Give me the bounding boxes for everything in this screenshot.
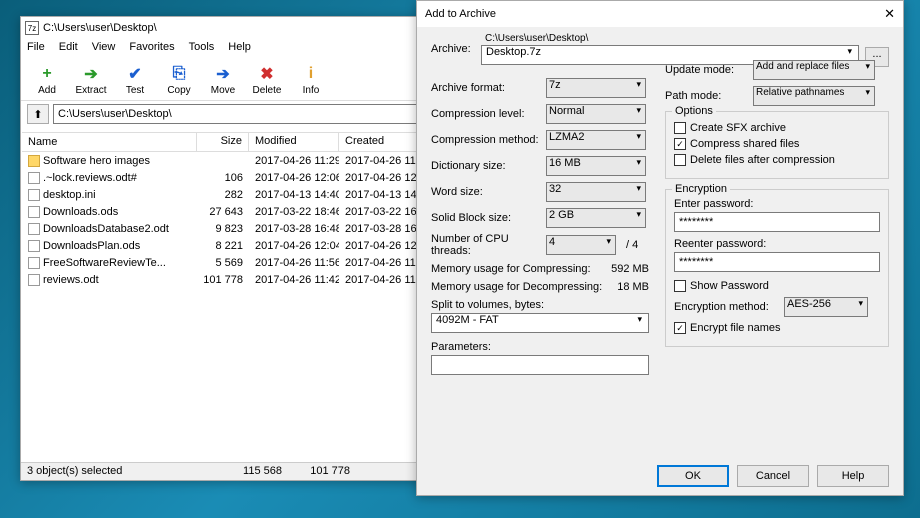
dict-label: Dictionary size:: [431, 160, 546, 172]
repassword-input[interactable]: [674, 252, 880, 272]
file-icon: [28, 257, 40, 269]
move-icon: ➔: [213, 64, 233, 84]
up-button[interactable]: ⬆: [27, 104, 49, 124]
level-label: Compression level:: [431, 108, 546, 120]
tool-move[interactable]: ➔Move: [203, 61, 243, 98]
options-group: Options Create SFX archive ✓Compress sha…: [665, 111, 889, 179]
rpw-label: Reenter password:: [674, 238, 880, 250]
sfx-label: Create SFX archive: [690, 122, 786, 134]
test-icon: ✔: [125, 64, 145, 84]
status-selection: 3 object(s) selected: [21, 463, 196, 480]
dialog-right-col: Update mode:Add and replace files Path m…: [665, 59, 889, 347]
word-select[interactable]: 32: [546, 182, 646, 202]
archive-path: C:\Users\user\Desktop\: [481, 33, 859, 44]
menu-help[interactable]: Help: [228, 41, 251, 57]
dialog-buttons: OK Cancel Help: [657, 465, 889, 487]
menu-edit[interactable]: Edit: [59, 41, 78, 57]
split-select[interactable]: 4092M - FAT: [431, 313, 649, 333]
encm-label: Encryption method:: [674, 301, 784, 313]
dialog-title: Add to Archive: [425, 8, 496, 20]
extract-icon: ➔: [81, 64, 101, 84]
app-icon: 7z: [25, 21, 39, 35]
param-label: Parameters:: [431, 341, 661, 353]
archive-label: Archive:: [431, 33, 481, 55]
word-label: Word size:: [431, 186, 546, 198]
delete-label: Delete files after compression: [690, 154, 835, 166]
file-icon: [28, 240, 40, 252]
password-input[interactable]: [674, 212, 880, 232]
info-icon: i: [301, 64, 321, 84]
file-icon: [28, 274, 40, 286]
threads-label: Number of CPU threads:: [431, 233, 546, 257]
memc-label: Memory usage for Compressing:: [431, 263, 591, 275]
threads-select[interactable]: 4: [546, 235, 616, 255]
format-label: Archive format:: [431, 82, 546, 94]
format-select[interactable]: 7z: [546, 78, 646, 98]
menu-file[interactable]: File: [27, 41, 45, 57]
tool-delete[interactable]: ✖Delete: [247, 61, 287, 98]
menu-view[interactable]: View: [92, 41, 116, 57]
encnames-checkbox[interactable]: ✓: [674, 322, 686, 334]
encryption-title: Encryption: [672, 183, 730, 195]
pw-label: Enter password:: [674, 198, 880, 210]
encm-select[interactable]: AES-256: [784, 297, 868, 317]
help-button[interactable]: Help: [817, 465, 889, 487]
method-label: Compression method:: [431, 134, 546, 146]
shared-checkbox[interactable]: ✓: [674, 138, 686, 150]
col-modified[interactable]: Modified: [249, 133, 339, 151]
dialog-titlebar: Add to Archive ✕: [417, 1, 903, 27]
file-icon: [28, 189, 40, 201]
showpw-label: Show Password: [690, 280, 769, 292]
cancel-button[interactable]: Cancel: [737, 465, 809, 487]
file-icon: [28, 172, 40, 184]
sfx-checkbox[interactable]: [674, 122, 686, 134]
status-size1: 115 568: [196, 463, 288, 480]
col-size[interactable]: Size: [197, 133, 249, 151]
options-title: Options: [672, 105, 716, 117]
tool-add[interactable]: +Add: [27, 61, 67, 98]
threads-max: / 4: [626, 239, 638, 251]
memd-value: 18 MB: [617, 281, 649, 293]
ok-button[interactable]: OK: [657, 465, 729, 487]
param-input[interactable]: [431, 355, 649, 375]
dict-select[interactable]: 16 MB: [546, 156, 646, 176]
showpw-checkbox[interactable]: [674, 280, 686, 292]
pathmode-select[interactable]: Relative pathnames: [753, 86, 875, 106]
add-to-archive-dialog: Add to Archive ✕ Archive: C:\Users\user\…: [416, 0, 904, 496]
delete-checkbox[interactable]: [674, 154, 686, 166]
window-title: C:\Users\user\Desktop\: [43, 22, 157, 34]
col-name[interactable]: Name: [22, 133, 197, 151]
encnames-label: Encrypt file names: [690, 322, 780, 334]
tool-extract[interactable]: ➔Extract: [71, 61, 111, 98]
tool-copy[interactable]: ⎘Copy: [159, 61, 199, 98]
method-select[interactable]: LZMA2: [546, 130, 646, 150]
add-icon: +: [37, 64, 57, 84]
tool-test[interactable]: ✔Test: [115, 61, 155, 98]
solid-select[interactable]: 2 GB: [546, 208, 646, 228]
file-icon: [28, 223, 40, 235]
menu-tools[interactable]: Tools: [189, 41, 215, 57]
folder-icon: [28, 155, 40, 167]
dialog-body: Archive: C:\Users\user\Desktop\ Desktop.…: [417, 27, 903, 465]
update-label: Update mode:: [665, 64, 753, 76]
update-select[interactable]: Add and replace files: [753, 60, 875, 80]
split-label: Split to volumes, bytes:: [431, 299, 661, 311]
file-icon: [28, 206, 40, 218]
memd-label: Memory usage for Decompressing:: [431, 281, 602, 293]
memc-value: 592 MB: [611, 263, 649, 275]
solid-label: Solid Block size:: [431, 212, 546, 224]
pathmode-label: Path mode:: [665, 90, 753, 102]
delete-icon: ✖: [257, 64, 277, 84]
tool-info[interactable]: iInfo: [291, 61, 331, 98]
close-icon[interactable]: ✕: [884, 6, 895, 22]
level-select[interactable]: Normal: [546, 104, 646, 124]
menu-favorites[interactable]: Favorites: [129, 41, 174, 57]
encryption-group: Encryption Enter password: Reenter passw…: [665, 189, 889, 347]
copy-icon: ⎘: [169, 64, 189, 84]
status-size2: 101 778: [288, 463, 356, 480]
shared-label: Compress shared files: [690, 138, 799, 150]
